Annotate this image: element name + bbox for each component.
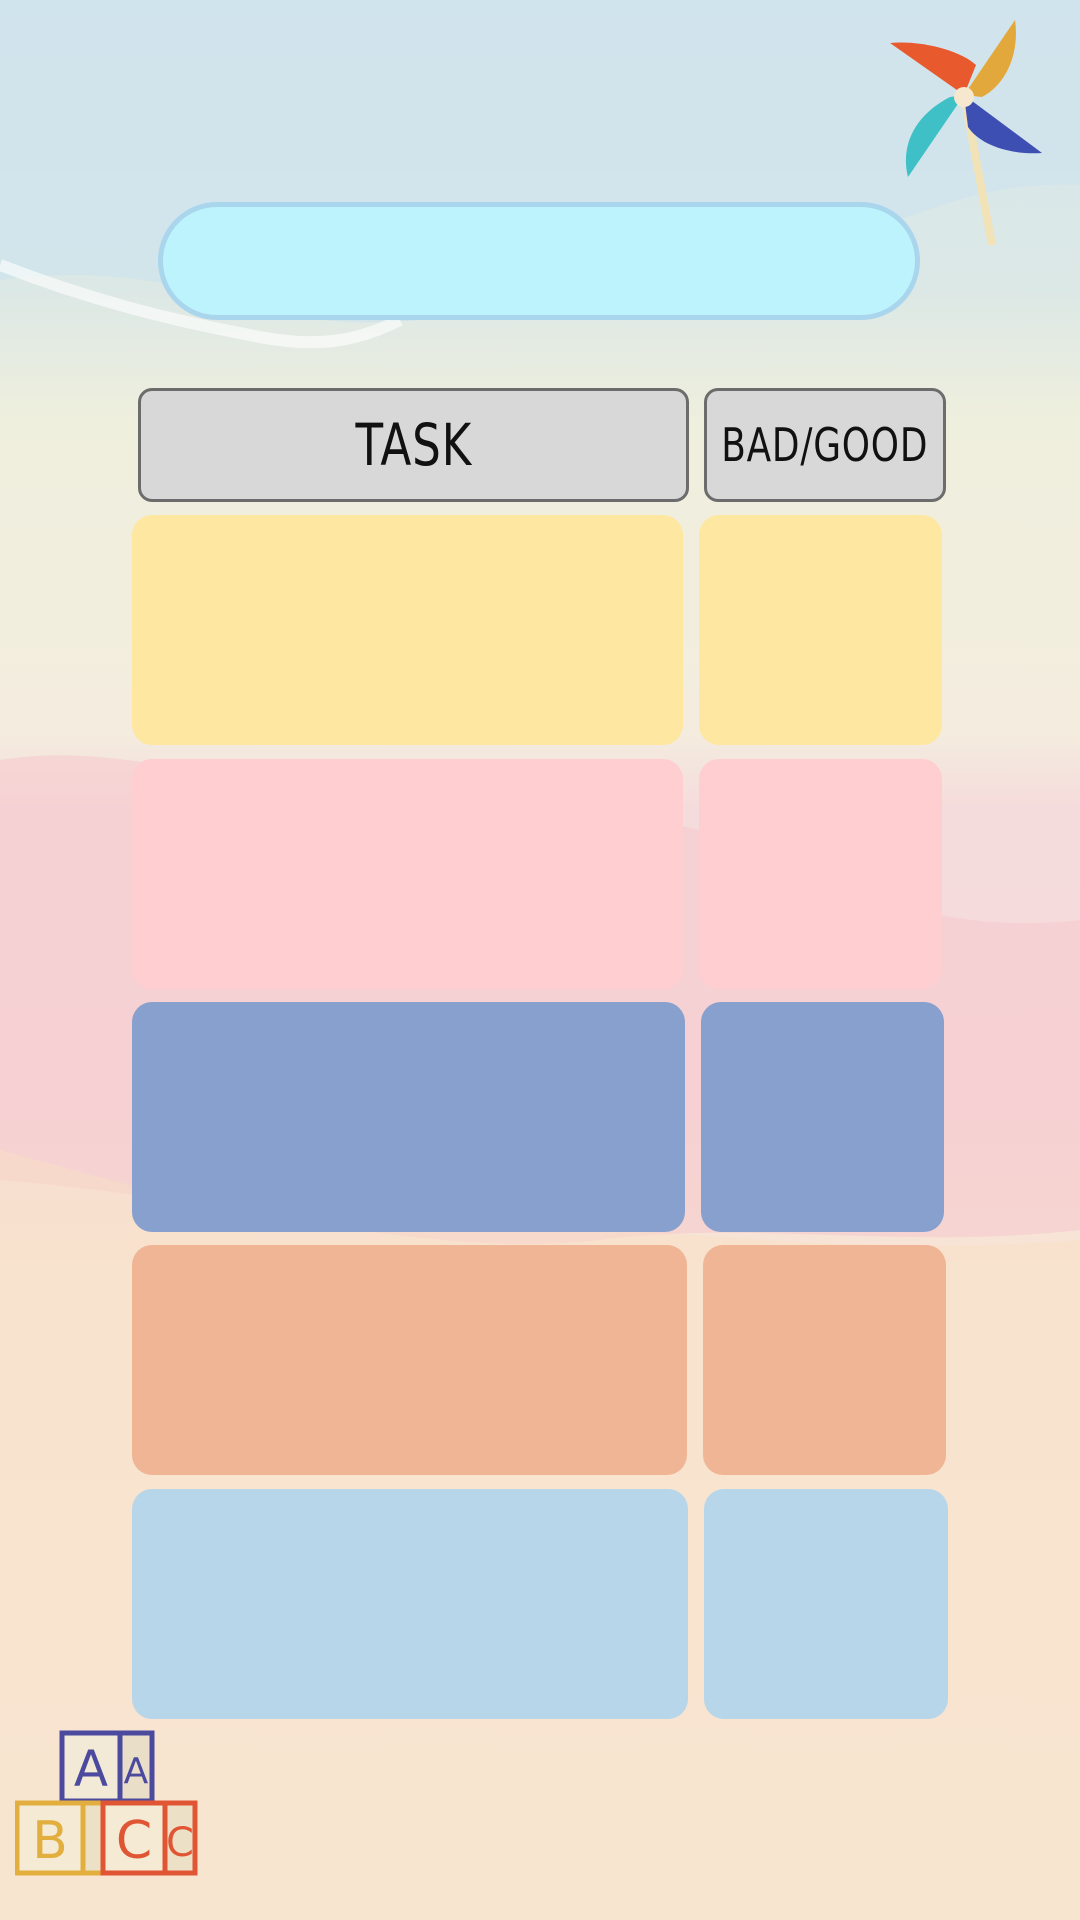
title-banner [158,202,920,320]
task-cell-5 [132,1489,688,1719]
score-column-header: BAD/GOOD [704,388,946,502]
task-header-label: TASK [355,411,472,479]
score-header-label: BAD/GOOD [721,418,929,472]
svg-text:A: A [74,1740,108,1798]
svg-text:C: C [166,1820,194,1866]
task-cell-1 [132,515,683,745]
task-cell-2 [132,759,683,989]
pinwheel-icon [880,15,1050,250]
score-cell-2 [699,759,942,989]
score-cell-1 [699,515,942,745]
svg-text:A: A [124,1751,149,1792]
alphabet-blocks-icon: A A B C C [14,1728,205,1883]
score-cell-5 [704,1489,948,1719]
svg-text:B: B [32,1811,68,1871]
task-column-header: TASK [138,388,689,502]
task-cell-4 [132,1245,687,1475]
svg-text:C: C [116,1811,152,1871]
task-cell-3 [132,1002,685,1232]
score-cell-4 [703,1245,946,1475]
score-cell-3 [701,1002,944,1232]
